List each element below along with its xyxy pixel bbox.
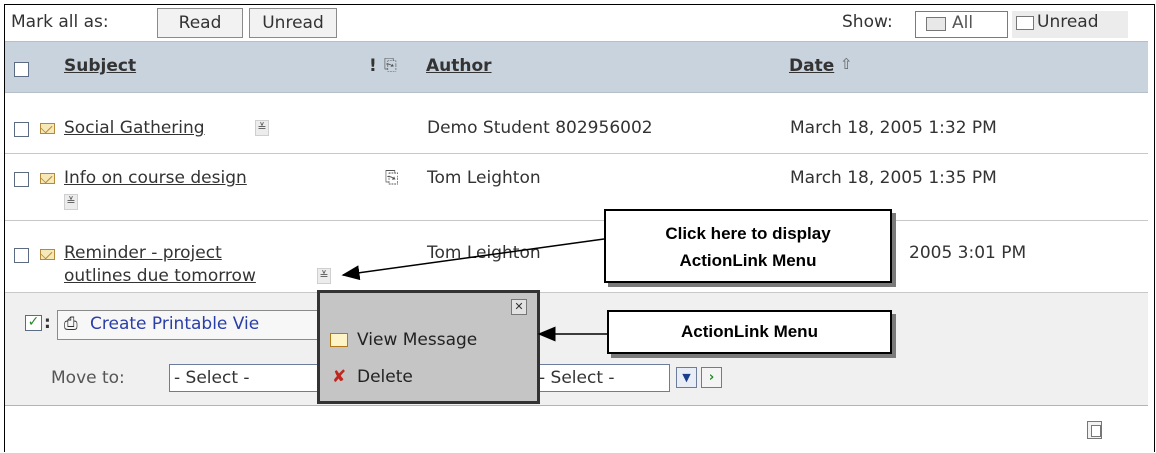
arrow-to-actionlink-icon [341, 238, 605, 281]
copy-pages-icon[interactable] [1087, 421, 1102, 439]
callout-arrows [341, 238, 607, 342]
